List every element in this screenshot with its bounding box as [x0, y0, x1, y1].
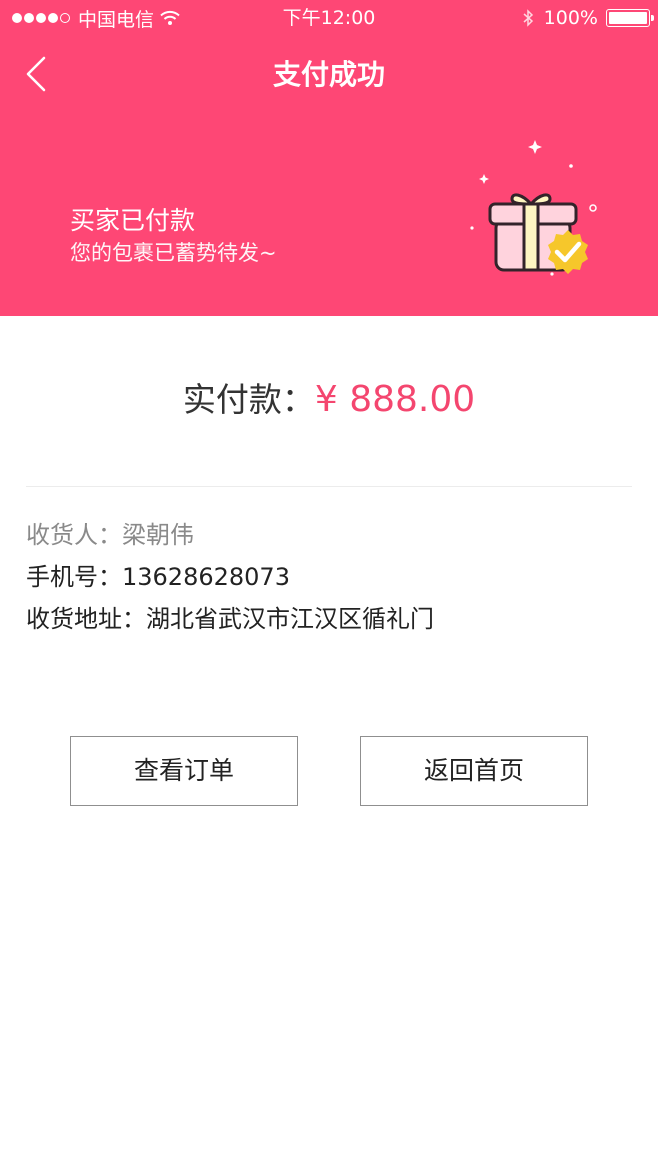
address-row: 收货地址：湖北省武汉市江汉区循礼门	[26, 598, 434, 640]
gift-box-check-icon	[470, 140, 597, 276]
divider	[26, 486, 632, 487]
recipient-label: 收货人：	[26, 521, 122, 549]
phone-label: 手机号：	[26, 563, 122, 591]
header-banner: 中国电信 下午12:00 100% 支付成功 买家已付款 您的包裹已蓄势待发~	[0, 0, 658, 316]
nav-bar: 支付成功	[0, 44, 658, 106]
payment-status-message: 买家已付款 您的包裹已蓄势待发~	[70, 204, 277, 268]
status-bar-right: 100%	[522, 6, 654, 30]
view-order-button[interactable]: 查看订单	[70, 736, 298, 806]
battery-icon	[606, 9, 654, 27]
paid-amount-label: 实付款：	[182, 380, 315, 419]
battery-percent: 100%	[543, 7, 598, 29]
payment-status-title: 买家已付款	[70, 206, 196, 235]
page-title: 支付成功	[272, 58, 385, 91]
shipping-info: 收货人：梁朝伟 手机号：13628628073 收货地址：湖北省武汉市江汉区循礼…	[26, 514, 434, 640]
recipient-value: 梁朝伟	[122, 521, 194, 549]
payment-status-subtitle: 您的包裹已蓄势待发~	[70, 241, 277, 265]
back-home-button[interactable]: 返回首页	[360, 736, 588, 806]
status-bar: 中国电信 下午12:00 100%	[0, 0, 658, 36]
bluetooth-icon	[523, 9, 533, 27]
recipient-row: 收货人：梁朝伟	[26, 514, 434, 556]
address-label: 收货地址：	[26, 605, 146, 633]
paid-amount-value: ¥ 888.00	[314, 379, 476, 420]
address-value: 湖北省武汉市江汉区循礼门	[146, 605, 434, 633]
paid-amount: 实付款：¥ 888.00	[0, 374, 658, 426]
phone-value: 13628628073	[122, 563, 290, 591]
phone-row: 手机号：13628628073	[26, 556, 434, 598]
